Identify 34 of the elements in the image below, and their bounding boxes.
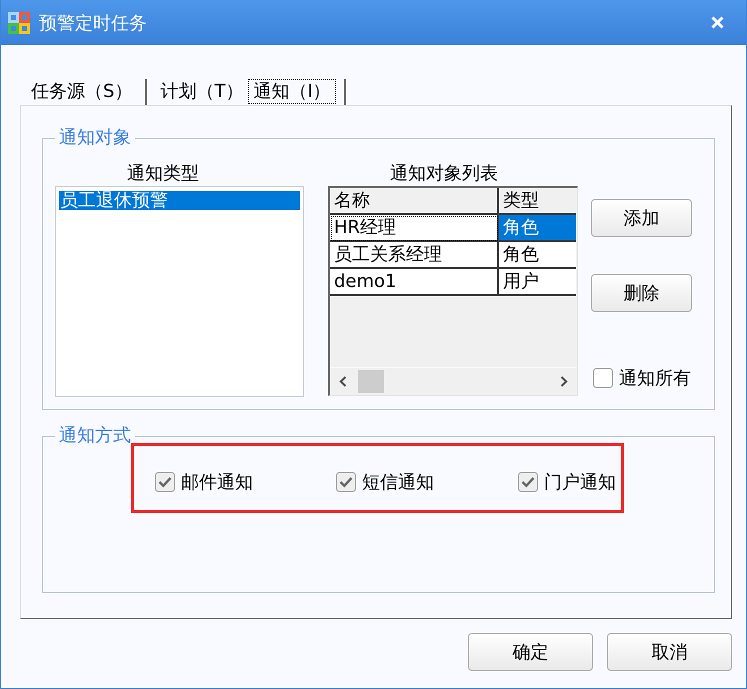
close-icon[interactable] [711, 16, 724, 29]
table-cell[interactable]: 角色 [499, 242, 576, 269]
checkbox[interactable] [518, 472, 538, 492]
tab[interactable]: 任务源（S） [26, 79, 138, 104]
table-cell[interactable]: 角色 [499, 215, 576, 242]
table-cell[interactable]: HR经理 [330, 215, 499, 242]
table-label: 通知对象列表 [390, 163, 498, 184]
checkbox[interactable] [593, 368, 613, 388]
column-header[interactable]: 类型 [499, 188, 576, 215]
checkbox-label: 邮件通知 [181, 471, 253, 494]
checkbox-label: 短信通知 [362, 471, 434, 494]
chevron-left-icon[interactable] [339, 376, 347, 387]
table-cell[interactable]: 员工关系经理 [330, 242, 499, 269]
chevron-right-icon[interactable] [560, 376, 568, 387]
dialog-button[interactable]: 确定 [468, 633, 593, 671]
scrollbar-thumb[interactable] [358, 370, 384, 393]
list-label: 通知类型 [127, 163, 199, 184]
group-title: 通知对象 [58, 128, 132, 148]
action-button[interactable]: 删除 [591, 274, 692, 312]
tab[interactable]: 计划（T） [155, 79, 248, 104]
column-header[interactable]: 名称 [330, 188, 499, 215]
checkbox[interactable] [336, 472, 356, 492]
table-cell[interactable]: demo1 [330, 269, 499, 296]
list-item[interactable]: 员工退休预警 [59, 191, 300, 210]
action-button[interactable]: 添加 [591, 199, 692, 237]
checkbox-label: 通知所有 [619, 367, 691, 390]
checkbox[interactable] [155, 472, 175, 492]
group-title: 通知方式 [58, 426, 132, 446]
checkbox-label: 门户通知 [544, 471, 616, 494]
four-squares-icon [8, 12, 30, 34]
tab[interactable]: 通知（I） [248, 79, 336, 104]
table-cell[interactable]: 用户 [499, 269, 576, 296]
window-title: 预警定时任务 [39, 12, 148, 34]
dialog-button[interactable]: 取消 [607, 633, 732, 671]
